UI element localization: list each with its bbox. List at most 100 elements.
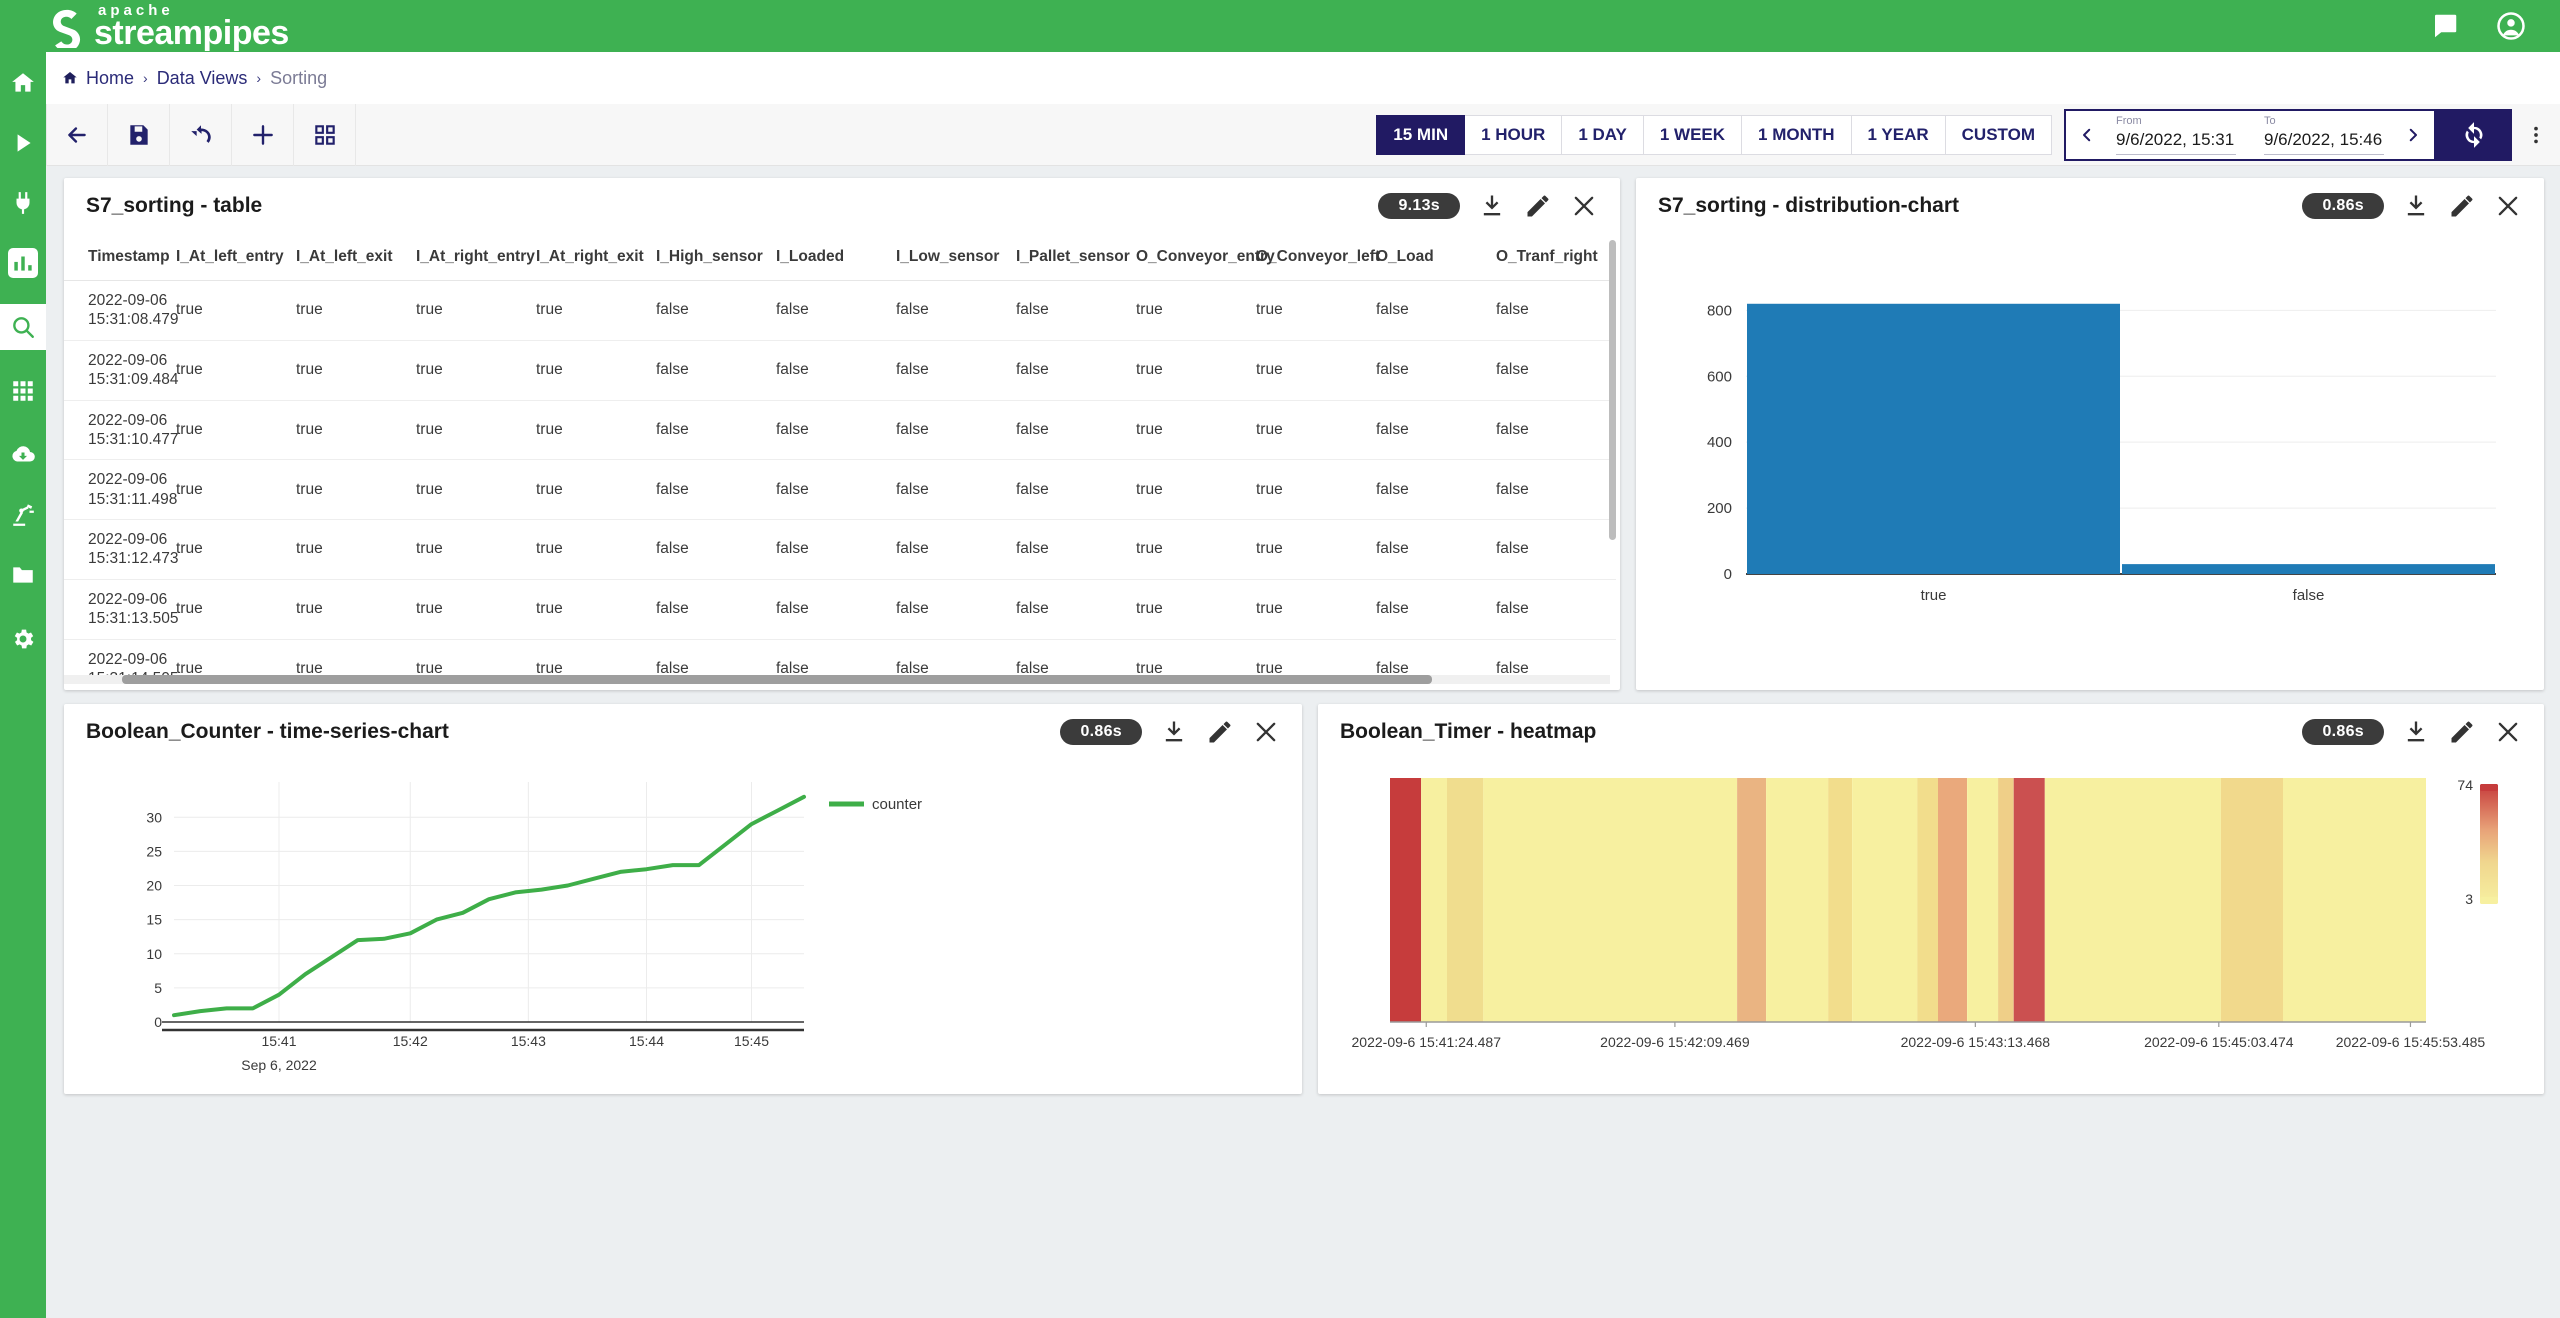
x-axis-tick-label: 15:44 xyxy=(629,1033,664,1049)
download-icon[interactable] xyxy=(1478,192,1506,220)
breadcrumb-home-link[interactable]: Home xyxy=(86,68,134,89)
refresh-button[interactable] xyxy=(2436,108,2512,161)
legend-label-counter[interactable]: counter xyxy=(872,796,922,813)
heatmap-band[interactable] xyxy=(1447,778,1484,1022)
time-range-custom[interactable]: CUSTOM xyxy=(1945,114,2052,155)
breadcrumb-dataviews-link[interactable]: Data Views xyxy=(157,68,248,89)
date-range-from-field[interactable]: From 9/6/2022, 15:31 xyxy=(2102,114,2250,156)
close-icon[interactable] xyxy=(2494,718,2522,746)
date-range-from-value: 9/6/2022, 15:31 xyxy=(2116,128,2236,156)
heatmap-band[interactable] xyxy=(1421,778,1447,1022)
table-vertical-scrollbar[interactable] xyxy=(1609,240,1616,540)
add-widget-button[interactable] xyxy=(232,103,294,166)
table-row[interactable]: 2022-09-06 15:31:13.505 true true true true fa… xyxy=(64,579,1616,640)
table-row[interactable]: 2022-09-06 15:31:12.473 true true true true fa… xyxy=(64,519,1616,580)
table-cell-value: false xyxy=(1016,519,1136,580)
table-cell-value: false xyxy=(776,340,896,401)
bar-true[interactable] xyxy=(1747,303,2120,574)
back-button[interactable] xyxy=(46,103,108,166)
heatmap-band[interactable] xyxy=(1828,778,1852,1022)
date-range-next-button[interactable] xyxy=(2398,124,2428,146)
account-icon[interactable] xyxy=(2496,11,2526,41)
edit-icon[interactable] xyxy=(1524,192,1552,220)
time-range-1week[interactable]: 1 WEEK xyxy=(1643,114,1743,155)
download-icon[interactable] xyxy=(1160,718,1188,746)
heatmap-band[interactable] xyxy=(2013,778,2045,1022)
table-cell-value: true xyxy=(1136,400,1256,461)
heatmap-band[interactable] xyxy=(1917,778,1938,1022)
sidebar-item-assets[interactable] xyxy=(0,492,46,538)
table-cell-value: true xyxy=(1256,579,1376,640)
sidebar-item-dashboard[interactable] xyxy=(0,240,46,286)
colorbar[interactable] xyxy=(2480,784,2498,904)
sidebar-item-configuration[interactable] xyxy=(0,616,46,662)
heatmap-band[interactable] xyxy=(1766,778,1829,1022)
time-range-1month[interactable]: 1 MONTH xyxy=(1742,114,1852,155)
top-app-bar: apache streampipes xyxy=(0,0,2560,52)
heatmap-band[interactable] xyxy=(2283,778,2426,1022)
heatmap-band[interactable] xyxy=(1390,778,1422,1022)
heatmap-band[interactable] xyxy=(1483,778,1737,1022)
widget-panel-timeseries: Boolean_Counter - time-series-chart 0.86… xyxy=(64,704,1302,1094)
sidebar-item-apps[interactable] xyxy=(0,368,46,414)
timeseries-line-chart[interactable]: 0 5 10 15 20 25 30 15:41 15:42 15:43 15:44 15:45 Sep… xyxy=(64,760,1302,1094)
panel-badge-table: 9.13s xyxy=(1378,193,1460,219)
grid-view-button[interactable] xyxy=(294,103,356,166)
time-range-1day[interactable]: 1 DAY xyxy=(1562,114,1644,155)
distribution-bar-chart[interactable]: 0 200 400 600 800 true false xyxy=(1636,234,2544,664)
sidebar-item-home[interactable] xyxy=(0,60,46,106)
app-logo[interactable]: apache streampipes xyxy=(44,0,289,52)
time-range-1hour[interactable]: 1 HOUR xyxy=(1465,114,1563,155)
sidebar-item-files[interactable] xyxy=(0,552,46,598)
sidebar-item-pipelines[interactable] xyxy=(0,120,46,166)
heatmap-band[interactable] xyxy=(1737,778,1767,1022)
table-row[interactable]: 2022-09-06 15:31:10.477 true true true true fa… xyxy=(64,400,1616,461)
download-icon[interactable] xyxy=(2402,192,2430,220)
sidebar-item-data-download[interactable] xyxy=(0,432,46,478)
bar-false[interactable] xyxy=(2122,564,2495,574)
date-range-previous-button[interactable] xyxy=(2072,124,2102,146)
close-icon[interactable] xyxy=(1252,718,1280,746)
edit-icon[interactable] xyxy=(2448,192,2476,220)
x-axis-subtitle: Sep 6, 2022 xyxy=(241,1057,317,1073)
x-axis-tick-label: 15:41 xyxy=(261,1033,296,1049)
time-range-15min[interactable]: 15 MIN xyxy=(1376,114,1466,155)
table-row[interactable]: 2022-09-06 15:31:11.498 true true true true fa… xyxy=(64,459,1616,520)
close-icon[interactable] xyxy=(1570,192,1598,220)
close-icon[interactable] xyxy=(2494,192,2522,220)
table-row[interactable]: 2022-09-06 15:31:09.484 true true true true fa… xyxy=(64,340,1616,401)
table-row[interactable]: 2022-09-06 15:31:08.479 true true true true fa… xyxy=(64,280,1616,341)
more-options-button[interactable] xyxy=(2512,104,2560,166)
table-cell-value: false xyxy=(1016,340,1136,401)
heatmap-band[interactable] xyxy=(1967,778,1999,1022)
table-column-header: I_At_right_entry xyxy=(416,234,536,281)
line-series-counter[interactable] xyxy=(172,794,806,1018)
sidebar-item-data-explorer[interactable] xyxy=(0,304,46,350)
table-cell-timestamp: 2022-09-06 15:31:13.505 xyxy=(64,579,179,640)
download-icon[interactable] xyxy=(2402,718,2430,746)
date-range-picker: From 9/6/2022, 15:31 To 9/6/2022, 15:46 xyxy=(2064,108,2436,161)
heatmap-band[interactable] xyxy=(1998,778,2014,1022)
table-cell-value: true xyxy=(176,459,296,520)
breadcrumb-home-icon[interactable] xyxy=(62,70,78,86)
heatmap-band[interactable] xyxy=(2220,778,2284,1022)
time-range-1year[interactable]: 1 YEAR xyxy=(1851,114,1946,155)
heatmap-band[interactable] xyxy=(2044,778,2221,1022)
date-range-to-field[interactable]: To 9/6/2022, 15:46 xyxy=(2250,114,2398,156)
edit-icon[interactable] xyxy=(2448,718,2476,746)
table-horizontal-scrollbar[interactable] xyxy=(122,675,1432,684)
edit-icon[interactable] xyxy=(1206,718,1234,746)
heatmap-band[interactable] xyxy=(1852,778,1918,1022)
robot-arm-icon xyxy=(13,504,34,526)
save-button[interactable] xyxy=(108,103,170,166)
x-axis-tick-label: 2022-09-6 15:45:53.485 xyxy=(2336,1034,2486,1050)
heatmap-chart[interactable]: 2022-09-6 15:41:24.487 2022-09-6 15:42:09… xyxy=(1318,760,2544,1094)
table-scroll-area[interactable]: Timestamp I_At_left_entry I_At_left_exit I_… xyxy=(64,234,1620,690)
sidebar-item-connect[interactable] xyxy=(0,180,46,226)
y-axis-tick-label: 25 xyxy=(146,843,162,859)
table-cell-value: true xyxy=(416,459,536,520)
messages-icon[interactable] xyxy=(2430,11,2460,41)
table-cell-value: false xyxy=(896,519,1016,580)
heatmap-band[interactable] xyxy=(1938,778,1967,1022)
undo-button[interactable] xyxy=(170,103,232,166)
